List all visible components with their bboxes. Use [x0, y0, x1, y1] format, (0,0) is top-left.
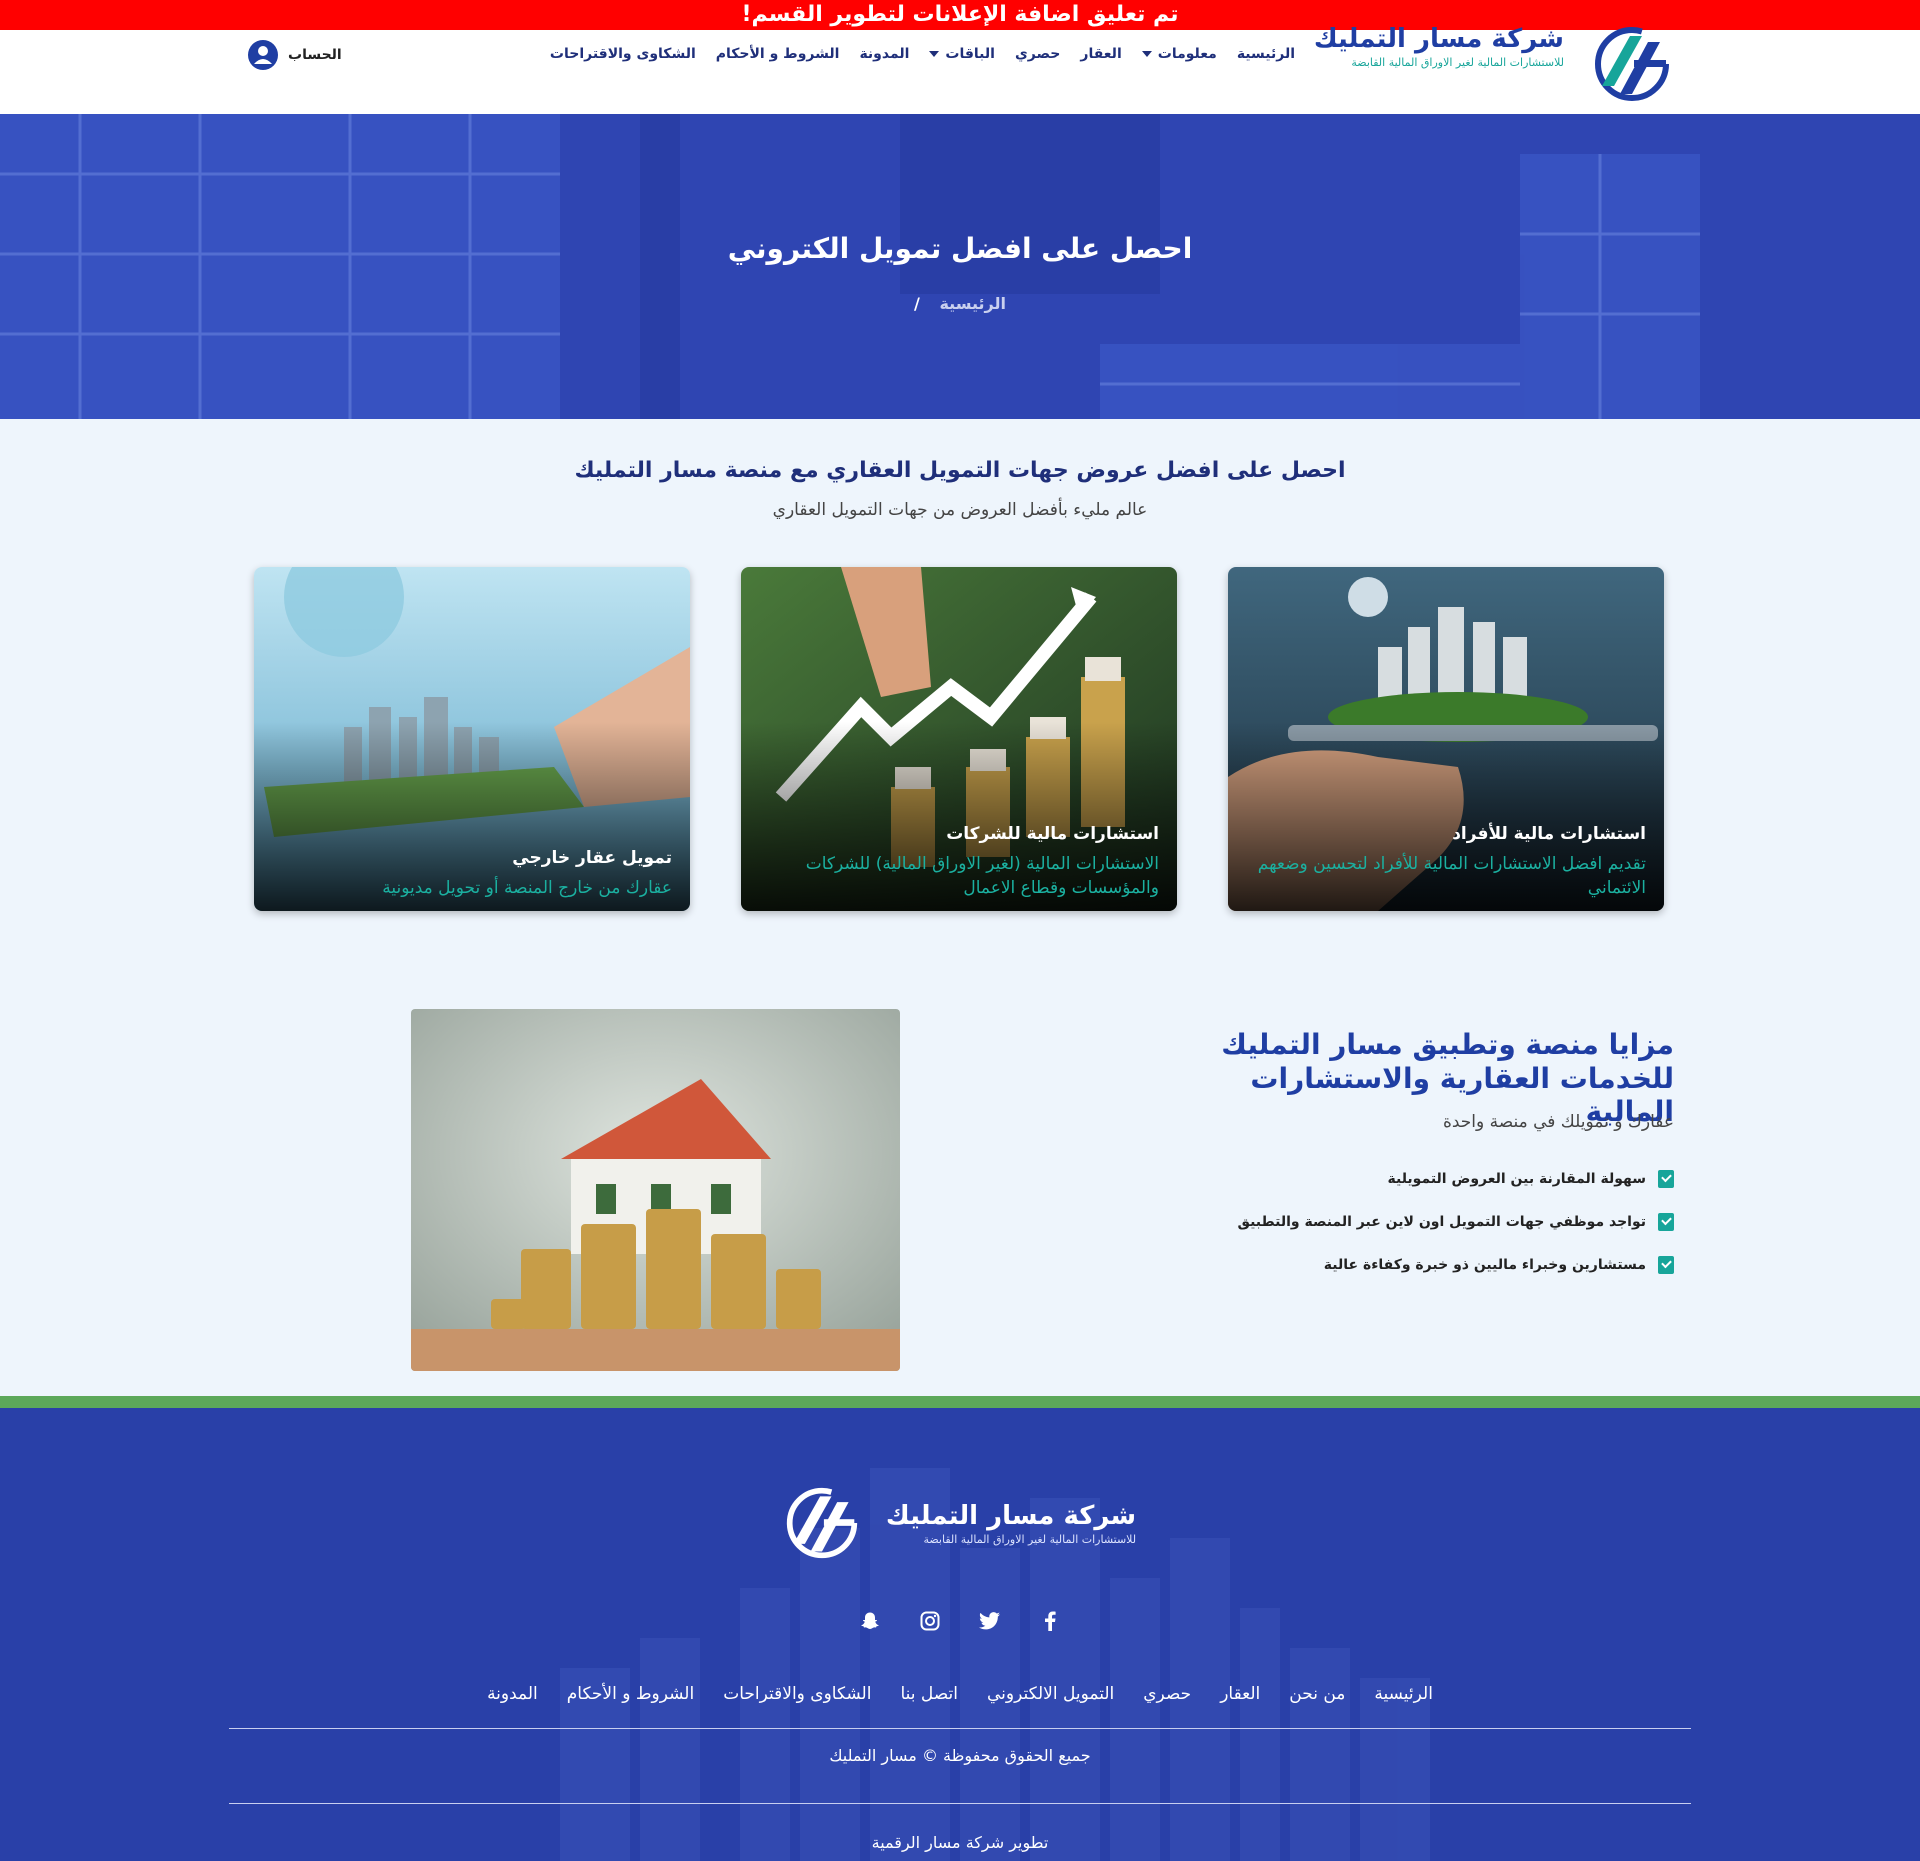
- footer-link-terms[interactable]: الشروط و الأحكام: [567, 1684, 694, 1704]
- nav-packages[interactable]: الباقات: [929, 46, 995, 62]
- offer-card-external[interactable]: تمويل عقار خارجي عقارك من خارج المنصة أو…: [254, 567, 690, 911]
- nav-exclusive[interactable]: حصري: [1015, 46, 1060, 62]
- footer-brand-name: شركة مسار التمليك: [885, 1500, 1137, 1531]
- footer-separator: [229, 1803, 1691, 1804]
- account-label: الحساب: [288, 47, 342, 63]
- instagram-icon[interactable]: [919, 1610, 941, 1632]
- site-header: شركة مسار التمليك للاستشارات المالية لغي…: [0, 24, 1920, 114]
- breadcrumb-home[interactable]: الرئيسية: [939, 294, 1006, 313]
- footer-links: الرئيسية من نحن العقار حصري التمويل الال…: [0, 1684, 1920, 1704]
- list-item: مستشارين وخبراء ماليين ذو خبرة وكفاءة عا…: [1154, 1243, 1674, 1286]
- account-link[interactable]: الحساب: [248, 40, 342, 70]
- footer-link-exclusive[interactable]: حصري: [1143, 1684, 1191, 1704]
- brand-name: شركة مسار التمليك: [1313, 24, 1564, 54]
- footer-brand-tagline: للاستشارات المالية لغير الاوراق المالية …: [923, 1532, 1137, 1546]
- caret-down-icon: [929, 51, 940, 57]
- footer-link-contact[interactable]: اتصل بنا: [900, 1684, 958, 1704]
- buildings-background: [0, 114, 1920, 419]
- list-item: تواجد موظفي جهات التمويل اون لاين عبر ال…: [1154, 1200, 1674, 1243]
- hero-banner: احصل على افضل تمويل الكتروني الرئيسية /: [0, 114, 1920, 419]
- check-icon: [1658, 1169, 1674, 1188]
- offers-title: احصل على افضل عروض جهات التمويل العقاري …: [574, 458, 1346, 483]
- caret-down-icon: [1141, 51, 1152, 57]
- nav-complaints[interactable]: الشكاوى والاقتراحات: [550, 46, 696, 62]
- card-title: استشارات مالية للأفراد: [1452, 823, 1646, 844]
- nav-blog[interactable]: المدونة: [859, 46, 909, 62]
- offers-subtitle: عالم مليء بأفضل العروض من جهات التمويل ا…: [772, 500, 1148, 520]
- breadcrumb-separator: /: [914, 294, 920, 313]
- card-description: عقارك من خارج المنصة أو تحويل مديونية: [382, 878, 672, 899]
- snapchat-icon[interactable]: [859, 1610, 881, 1632]
- house-coins-image: [411, 1009, 900, 1371]
- twitter-icon[interactable]: [979, 1610, 1001, 1632]
- footer-logo[interactable]: شركة مسار التمليك للاستشارات المالية لغي…: [0, 1485, 1920, 1561]
- site-footer: شركة مسار التمليك للاستشارات المالية لغي…: [0, 1408, 1920, 1861]
- brand-logo[interactable]: شركة مسار التمليك للاستشارات المالية لغي…: [1314, 24, 1672, 104]
- nav-home[interactable]: الرئيسية: [1237, 46, 1295, 62]
- card-title: استشارات مالية للشركات: [946, 823, 1159, 844]
- check-icon: [1658, 1212, 1674, 1231]
- offer-card-individuals[interactable]: استشارات مالية للأفراد تقديم افضل الاستش…: [1228, 567, 1664, 911]
- brand-tagline: للاستشارات المالية لغير الاوراق المالية …: [1351, 56, 1564, 69]
- facebook-icon[interactable]: [1039, 1610, 1061, 1632]
- social-links: [0, 1610, 1920, 1632]
- footer-link-blog[interactable]: المدونة: [487, 1684, 538, 1704]
- list-item: سهولة المقارنة بين العروض التمويلية: [1154, 1157, 1674, 1200]
- footer-separator: [229, 1728, 1691, 1729]
- footer-link-e-finance[interactable]: التمويل الالكتروني: [987, 1684, 1114, 1704]
- logo-mark-icon: [786, 1487, 858, 1559]
- nav-realestate[interactable]: العقار: [1080, 46, 1121, 62]
- nav-info[interactable]: معلومات: [1141, 46, 1217, 62]
- footer-divider: [0, 1396, 1920, 1408]
- footer-link-realestate[interactable]: العقار: [1220, 1684, 1260, 1704]
- card-description: تقديم افضل الاستشارات المالية للأفراد لت…: [1257, 853, 1646, 899]
- features-list: سهولة المقارنة بين العروض التمويلية تواج…: [1154, 1157, 1674, 1286]
- main-nav: الرئيسية معلومات العقار حصري الباقات الم…: [550, 46, 1295, 62]
- nav-terms[interactable]: الشروط و الأحكام: [716, 46, 840, 62]
- developer-credit: تطوير شركة مسار الرقمية: [871, 1833, 1049, 1852]
- user-icon: [248, 40, 278, 70]
- breadcrumb: الرئيسية /: [0, 294, 1920, 313]
- skyline-background: [0, 1408, 1920, 1861]
- footer-link-home[interactable]: الرئيسية: [1374, 1684, 1433, 1704]
- card-title: تمويل عقار خارجي: [512, 848, 672, 869]
- check-icon: [1658, 1255, 1674, 1274]
- footer-link-complaints[interactable]: الشكاوى والاقتراحات: [723, 1684, 871, 1704]
- features-subtitle: عقارك و تمويلك في منصة واحدة: [1442, 1112, 1674, 1132]
- logo-mark-icon: [1595, 27, 1669, 101]
- offer-card-companies[interactable]: استشارات مالية للشركات الاستشارات المالي…: [741, 567, 1177, 911]
- hero-title: احصل على افضل تمويل الكتروني: [727, 232, 1193, 265]
- card-description: الاستشارات المالية (لغير الاوراق المالية…: [805, 853, 1159, 899]
- footer-link-about[interactable]: من نحن: [1289, 1684, 1345, 1704]
- copyright-text: جميع الحقوق محفوظة © مسار التمليك: [829, 1746, 1091, 1765]
